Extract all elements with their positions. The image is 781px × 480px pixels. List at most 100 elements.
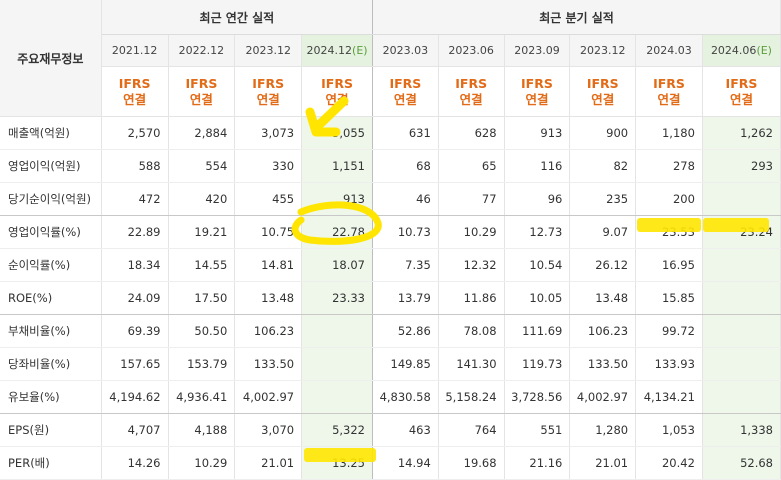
- table-cell: 628: [438, 116, 505, 150]
- period-header-3: 2024.12(E): [301, 34, 373, 67]
- table-cell: 913: [504, 116, 571, 150]
- table-cell: 16.95: [635, 248, 703, 282]
- row-label: 유보율(%): [0, 380, 102, 414]
- table-row: PER(배) 14.26 10.29 21.01 13.25 14.94 19.68 21.1…: [0, 446, 781, 480]
- table-cell: 149.85: [372, 347, 439, 381]
- consolidated-label: 연결: [189, 91, 213, 107]
- table-cell: 588: [101, 149, 169, 183]
- table-cell: 10.29: [168, 446, 236, 480]
- period-header-9: 2024.06(E): [702, 34, 781, 67]
- table-cell: 10.73: [372, 215, 439, 249]
- table-cell: 913: [301, 182, 373, 216]
- table-cell: 17.50: [168, 281, 236, 315]
- table-cell: 4,134.21: [635, 380, 703, 414]
- row-label: 매출액(억원): [0, 116, 102, 150]
- row-label: 당좌비율(%): [0, 347, 102, 381]
- table-row: 유보율(%) 4,194.62 4,936.41 4,002.97 4,830.58 5,…: [0, 380, 781, 414]
- table-cell: [301, 380, 373, 414]
- ifrs-header-4: IFRS 연결: [372, 66, 439, 117]
- table-cell: 99.72: [635, 314, 703, 348]
- table-row: 당좌비율(%) 157.65 153.79 133.50 149.85 141.30 119…: [0, 347, 781, 381]
- row-label: 순이익률(%): [0, 248, 102, 282]
- table-cell: 1,180: [635, 116, 703, 150]
- table-cell: 19.68: [438, 446, 505, 480]
- table-cell: 12.73: [504, 215, 571, 249]
- table-cell: 157.65: [101, 347, 169, 381]
- table-cell: 52.86: [372, 314, 439, 348]
- period-header-1: 2022.12: [168, 34, 236, 67]
- table-cell: [702, 347, 781, 381]
- corner-header: 주요재무정보: [0, 0, 102, 117]
- table-cell: 1,338: [702, 413, 781, 447]
- table-cell: 9.07: [569, 215, 637, 249]
- table-cell: 4,936.41: [168, 380, 236, 414]
- consolidated-label: 연결: [729, 91, 753, 107]
- period-header-row: 2021.12 2022.12 2023.12 2024.12(E) 2023.03 20…: [0, 34, 781, 67]
- ifrs-header-3: IFRS 연결: [301, 66, 373, 117]
- consolidated-label: 연결: [393, 91, 417, 107]
- period-header-0: 2021.12: [101, 34, 169, 67]
- period-label: 2021.12: [111, 44, 158, 57]
- period-label: 2022.12: [178, 44, 225, 57]
- period-header-7: 2023.12: [569, 34, 637, 67]
- table-cell: 1,262: [702, 116, 781, 150]
- period-header-6: 2023.09: [504, 34, 571, 67]
- table-cell: 472: [101, 182, 169, 216]
- table-cell: 4,707: [101, 413, 169, 447]
- table-cell: 420: [168, 182, 236, 216]
- row-label: PER(배): [0, 446, 102, 480]
- estimate-tag: (E): [756, 44, 772, 57]
- table-cell: 46: [372, 182, 439, 216]
- table-cell: 10.05: [504, 281, 571, 315]
- table-cell: 24.09: [101, 281, 169, 315]
- ifrs-label: IFRS: [321, 75, 353, 91]
- ifrs-header-9: IFRS 연결: [702, 66, 781, 117]
- period-header-4: 2023.03: [372, 34, 439, 67]
- table-cell: 21.16: [504, 446, 571, 480]
- table-cell: 13.48: [569, 281, 637, 315]
- table-cell: 455: [234, 182, 303, 216]
- table-cell: 330: [234, 149, 303, 183]
- period-label: 2023.12: [245, 44, 291, 57]
- table-cell: 14.94: [372, 446, 439, 480]
- financial-summary-table: 주요재무정보 최근 연간 실적 최근 분기 실적 2021.12 2022.12 2…: [0, 0, 781, 480]
- table-row: 당기순이익(억원) 472 420 455 913 46 77 96 235 200: [0, 182, 781, 216]
- table-cell: 764: [438, 413, 505, 447]
- table-cell: 23.53: [635, 215, 703, 249]
- ifrs-header-6: IFRS 연결: [504, 66, 571, 117]
- table-cell: 14.81: [234, 248, 303, 282]
- table-cell: 111.69: [504, 314, 571, 348]
- table-row: 영업이익률(%) 22.89 19.21 10.75 22.78 10.73 10.29 12…: [0, 215, 781, 249]
- ifrs-header-1: IFRS 연결: [168, 66, 236, 117]
- table-cell: 463: [372, 413, 439, 447]
- table-cell: 77: [438, 182, 505, 216]
- table-cell: 200: [635, 182, 703, 216]
- table-row: 순이익률(%) 18.34 14.55 14.81 18.07 7.35 12.32 10.5…: [0, 248, 781, 282]
- table-cell: 5,158.24: [438, 380, 505, 414]
- table-cell: 20.42: [635, 446, 703, 480]
- table-cell: 10.54: [504, 248, 571, 282]
- table-cell: 2,570: [101, 116, 169, 150]
- ifrs-label: IFRS: [389, 75, 422, 91]
- table-cell: 4,002.97: [569, 380, 637, 414]
- row-label: 당기순이익(억원): [0, 182, 102, 216]
- row-label: 부채비율(%): [0, 314, 102, 348]
- ifrs-label: IFRS: [455, 75, 488, 91]
- ifrs-header-2: IFRS 연결: [234, 66, 303, 117]
- period-header-2: 2023.12: [234, 34, 303, 67]
- table-cell: 106.23: [569, 314, 637, 348]
- ifrs-label: IFRS: [521, 75, 553, 91]
- table-cell: 1,280: [569, 413, 637, 447]
- period-label: 2024.12: [306, 44, 353, 57]
- table-cell: 69.39: [101, 314, 169, 348]
- table-cell: 278: [635, 149, 703, 183]
- table-cell: 21.01: [569, 446, 637, 480]
- table-row: 부채비율(%) 69.39 50.50 106.23 52.86 78.08 111.69 1…: [0, 314, 781, 348]
- table-cell: 4,194.62: [101, 380, 169, 414]
- table-cell: 50.50: [168, 314, 236, 348]
- table-cell: 4,830.58: [372, 380, 439, 414]
- table-row: 영업이익(억원) 588 554 330 1,151 68 65 116 82 278 293: [0, 149, 781, 183]
- table-cell: 1,151: [301, 149, 373, 183]
- consolidated-label: 연결: [459, 91, 483, 107]
- table-cell: 554: [168, 149, 236, 183]
